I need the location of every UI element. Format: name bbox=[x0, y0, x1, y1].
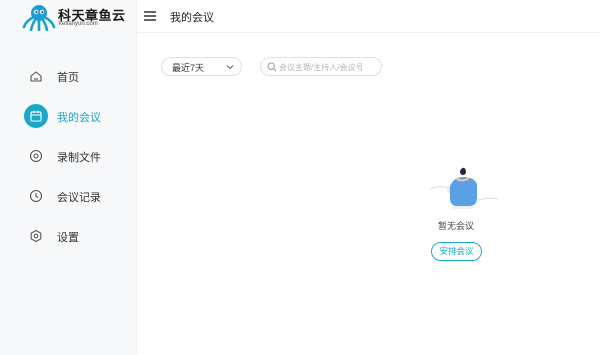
sidebar-item-my-meetings[interactable]: 我的会议 bbox=[0, 96, 137, 136]
search-icon bbox=[267, 62, 277, 72]
top-bar: 我的会议 bbox=[137, 0, 600, 33]
home-icon bbox=[24, 64, 48, 88]
empty-state-message: 暂无会议 bbox=[437, 221, 475, 231]
sidebar-item-label: 会议记录 bbox=[57, 192, 101, 204]
search-input[interactable] bbox=[279, 60, 379, 74]
date-range-value: 最近7天 bbox=[172, 63, 205, 73]
empty-meetings-illustration bbox=[429, 167, 499, 209]
brand-url: ketianyun.com bbox=[59, 21, 98, 27]
chevron-down-icon bbox=[226, 65, 234, 70]
octopus-logo-icon bbox=[22, 5, 56, 31]
sidebar-item-label: 设置 bbox=[57, 232, 79, 244]
sidebar-item-home[interactable]: 首页 bbox=[0, 56, 137, 96]
sidebar-item-label: 首页 bbox=[57, 72, 79, 84]
clock-icon bbox=[24, 184, 48, 208]
page-title: 我的会议 bbox=[170, 12, 214, 24]
calendar-icon bbox=[24, 104, 48, 128]
sidebar-item-label: 录制文件 bbox=[57, 152, 101, 164]
record-icon bbox=[24, 144, 48, 168]
sidebar-item-label: 我的会议 bbox=[57, 112, 101, 124]
settings-icon bbox=[24, 224, 48, 248]
sidebar-item-recordings[interactable]: 录制文件 bbox=[0, 136, 137, 176]
search-box bbox=[260, 57, 382, 76]
brand-logo[interactable]: 科天章鱼云 ketianyun.com bbox=[22, 3, 137, 33]
sidebar-item-meeting-history[interactable]: 会议记录 bbox=[0, 176, 137, 216]
date-range-select[interactable]: 最近7天 bbox=[161, 57, 242, 76]
schedule-meeting-button[interactable]: 安排会议 bbox=[431, 242, 482, 261]
hamburger-icon[interactable] bbox=[143, 9, 157, 23]
sidebar: 科天章鱼云 ketianyun.com 首页 我的会议 录制文件 会议记录 设置 bbox=[0, 0, 137, 355]
sidebar-item-settings[interactable]: 设置 bbox=[0, 216, 137, 256]
